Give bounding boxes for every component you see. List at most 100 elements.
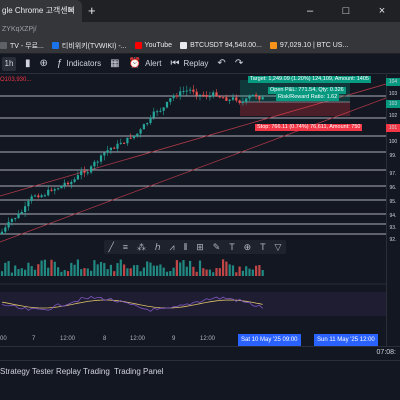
measure-icon[interactable]: ⊞ — [196, 240, 204, 254]
redo-icon[interactable]: ↷ — [235, 58, 243, 69]
indicators-button[interactable]: Indicators — [66, 59, 101, 68]
price-label: 100 — [388, 139, 398, 145]
candle-body — [152, 111, 155, 118]
volume-bar — [238, 266, 241, 276]
alert-button[interactable]: Alert — [145, 59, 161, 68]
price-label: 96. — [389, 185, 397, 191]
volume-bar — [182, 260, 185, 276]
replay-button[interactable]: Replay — [184, 59, 209, 68]
candle-body — [245, 98, 248, 103]
volume-bar — [149, 262, 152, 276]
bookmark-tv[interactable]: TV - 무료... — [0, 41, 44, 51]
volume-bar — [132, 265, 136, 276]
alert-icon[interactable]: ⏰ — [129, 58, 141, 69]
bookmark-btcusdt[interactable]: BTCUSDT 94,540.00... — [180, 42, 262, 49]
volume-bar — [76, 259, 79, 276]
volume-bar — [73, 264, 76, 276]
volume-bar — [156, 265, 159, 276]
replay-icon[interactable]: ⏮ — [171, 58, 180, 69]
indicators-icon[interactable]: ƒ — [57, 58, 63, 69]
undo-icon[interactable]: ↶ — [217, 58, 225, 69]
more-tools-icon[interactable]: ▽ — [275, 240, 282, 254]
tab-close-icon[interactable]: × — [68, 0, 74, 22]
timeframe-button[interactable]: 1h — [2, 56, 16, 71]
bookmark-btcus[interactable]: 97,029.10 | BTC US... — [269, 42, 348, 49]
text-icon[interactable]: T — [229, 240, 235, 254]
fib-icon[interactable]: ≡ — [123, 240, 128, 254]
candle-body — [47, 189, 50, 196]
price-chart[interactable] — [0, 74, 400, 346]
tab-trading-panel[interactable]: Trading Panel — [114, 367, 164, 376]
tab-replay-trading[interactable]: Replay Trading — [56, 367, 110, 376]
bookmark-tvwiki[interactable]: 티비위키(TVWIKI) -... — [51, 41, 127, 51]
volume-bar — [70, 262, 73, 276]
templates-icon[interactable]: ▦ — [110, 58, 119, 69]
tab-strategy-tester[interactable]: Strategy Tester — [0, 367, 54, 376]
price-label: 102 — [388, 113, 398, 119]
candle-body — [24, 206, 27, 213]
shapes-icon[interactable]: ⩘ — [170, 240, 175, 254]
price-label: 97. — [389, 171, 397, 177]
volume-bar — [90, 270, 93, 276]
risk-reward-label[interactable]: Risk/Reward Ratio: 1.62 — [276, 94, 340, 101]
candle-body — [215, 92, 218, 97]
brush-icon[interactable]: ℎ — [155, 240, 161, 254]
target-label[interactable]: Target: 1,249.09 (1.20%) 124,109, Amount… — [248, 76, 371, 83]
candle-body — [212, 92, 215, 97]
candle-body — [27, 200, 30, 207]
new-tab-button[interactable]: + — [88, 0, 96, 22]
candle-type-icon[interactable]: ▮ — [25, 58, 31, 69]
volume-bar — [228, 264, 231, 276]
browser-tab[interactable]: gle Chrome 고객센터 × — [0, 0, 82, 22]
pencil-icon[interactable]: ✎ — [213, 240, 221, 254]
price-scale[interactable]: 104 103 103 102 101 100 99. 97. 96. 95. … — [386, 74, 400, 346]
candle-body — [60, 185, 63, 189]
volume-bar — [96, 264, 99, 276]
volume-bar — [208, 269, 211, 276]
candle-body — [179, 91, 182, 97]
bookmark-icon — [180, 42, 188, 49]
address-bar[interactable]: ZYKqXZPj/ — [0, 22, 400, 38]
minimize-button[interactable]: – — [292, 5, 328, 17]
bitcoin-icon — [269, 42, 277, 49]
bookmark-youtube[interactable]: YouTube — [134, 42, 172, 49]
candle-body — [37, 195, 40, 198]
volume-bar — [192, 266, 195, 276]
compare-icon[interactable]: ⊕ — [40, 58, 48, 69]
zoom-icon[interactable]: ⊕ — [244, 240, 252, 254]
time-axis[interactable]: 00 7 12:00 8 12:00 9 12:00 Sat 10 May '2… — [0, 334, 386, 346]
volume-bar — [225, 261, 228, 276]
trend-line-icon[interactable]: ╱ — [108, 240, 113, 254]
candle-body — [14, 218, 17, 220]
candle-body — [106, 150, 109, 153]
volume-bar — [66, 271, 70, 276]
candle-body — [231, 97, 235, 100]
volume-bar — [0, 271, 4, 276]
candle-body — [80, 171, 83, 176]
volume-bar — [139, 271, 142, 276]
maximize-button[interactable]: □ — [328, 5, 364, 17]
volume-bar — [165, 271, 169, 276]
volume-bar — [33, 269, 37, 276]
app-window: gle Chrome 고객센터 × + – □ × ZYKqXZPj/ TV -… — [0, 0, 400, 400]
close-window-button[interactable]: × — [364, 5, 400, 17]
volume-bar — [198, 260, 202, 276]
volume-bar — [119, 259, 122, 276]
candle-body — [238, 100, 241, 103]
open-pl-label[interactable]: Open P&L: 771.54, Qty: 0.326 — [268, 87, 346, 94]
candle-body — [185, 90, 188, 92]
text-note-icon[interactable]: T — [260, 240, 266, 254]
candle-body — [30, 196, 33, 201]
candle-body — [182, 91, 185, 93]
date-tick: 12:00 — [200, 336, 216, 342]
candle-body — [218, 96, 221, 98]
candle-body — [123, 142, 126, 144]
volume-bar — [241, 270, 244, 276]
pattern-icon[interactable]: ⁂ — [137, 240, 146, 254]
volume-bar — [129, 268, 132, 276]
stop-label[interactable]: Stop: 766.11 (0.74%) 76,611, Amount: 750 — [255, 124, 363, 131]
volume-bar — [172, 267, 175, 276]
youtube-icon — [134, 42, 142, 49]
stop-zone — [240, 102, 350, 116]
forecast-icon[interactable]: ⫴ — [184, 240, 188, 254]
